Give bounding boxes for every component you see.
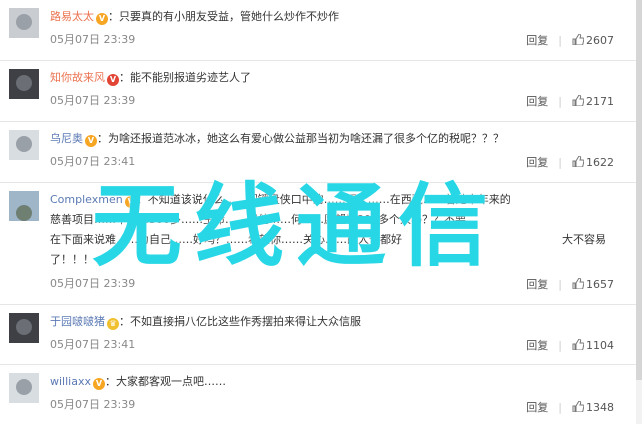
scrollbar-thumb[interactable] (636, 0, 642, 380)
action-divider: | (558, 155, 562, 169)
comment-actions: 回复 | 1622 (526, 154, 614, 170)
comment-item: williaxx V ：大家都客观一点吧…… 05月07日 23:39 回复 | 1… (0, 365, 642, 425)
comment-actions: 回复 | 2607 (526, 32, 614, 48)
like-count: 2171 (586, 94, 614, 108)
comment-text: 大家都客观一点吧…… (115, 375, 226, 388)
avatar[interactable] (9, 130, 39, 160)
thumbs-up-icon (572, 94, 584, 106)
comment-actions: 回复 | 1104 (526, 337, 614, 353)
comment-username[interactable]: 乌尼奥 (50, 132, 83, 145)
like-button[interactable]: 1348 (572, 400, 614, 414)
watermark-overlay: 无线通信 (92, 174, 500, 279)
comment-text: 能不能别报道劣迹艺人了 (130, 71, 251, 84)
like-button[interactable]: 1104 (572, 338, 614, 352)
avatar[interactable] (9, 69, 39, 99)
reply-button[interactable]: 回复 (526, 337, 548, 353)
comment-username[interactable]: 知你故来风 (50, 71, 105, 84)
like-button[interactable]: 1622 (572, 155, 614, 169)
verified-badge-icon: V (107, 74, 119, 86)
like-count: 1622 (586, 155, 614, 169)
avatar[interactable] (9, 191, 39, 221)
comment-text: 为啥还报道范冰冰，她这么有爱心做公益那当初为啥还漏了很多个亿的税呢？？？ (108, 132, 504, 145)
crown-badge-icon: ♛ (107, 318, 119, 330)
reply-button[interactable]: 回复 (526, 32, 548, 48)
reply-button[interactable]: 回复 (526, 399, 548, 415)
action-divider: | (558, 400, 562, 414)
thumbs-up-icon (572, 338, 584, 350)
comment-text: 不如直接捐八亿比这些作秀摆拍来得让大众信服 (130, 315, 361, 328)
reply-button[interactable]: 回复 (526, 93, 548, 109)
like-count: 2607 (586, 33, 614, 47)
like-button[interactable]: 1657 (572, 277, 614, 291)
comment-username[interactable]: 路易太太 (50, 10, 94, 23)
thumbs-up-icon (572, 277, 584, 289)
thumbs-up-icon (572, 400, 584, 412)
like-count: 1348 (586, 400, 614, 414)
like-count: 1657 (586, 277, 614, 291)
action-divider: | (558, 94, 562, 108)
verified-badge-icon: V (96, 13, 108, 25)
avatar[interactable] (9, 8, 39, 38)
comment-username[interactable]: williaxx (50, 375, 91, 388)
comment-item: 于园啵啵猪 ♛ ：不如直接捐八亿比这些作秀摆拍来得让大众信服 05月07日 23:4… (0, 305, 642, 365)
like-count: 1104 (586, 338, 614, 352)
avatar[interactable] (9, 313, 39, 343)
comment-actions: 回复 | 1348 (526, 399, 614, 415)
comment-item: 路易太太 V ：只要真的有小朋友受益，管她什么炒作不炒作 05月07日 23:39 … (0, 0, 642, 61)
comment-text: 只要真的有小朋友受益，管她什么炒作不炒作 (119, 10, 339, 23)
comment-item: 知你故来风 V ：能不能别报道劣迹艺人了 05月07日 23:39 回复 | 217… (0, 61, 642, 122)
avatar[interactable] (9, 373, 39, 403)
like-button[interactable]: 2171 (572, 94, 614, 108)
thumbs-up-icon (572, 155, 584, 167)
verified-badge-icon: V (92, 378, 105, 390)
thumbs-up-icon (572, 33, 584, 45)
action-divider: | (558, 33, 562, 47)
comment-username[interactable]: 于园啵啵猪 (50, 315, 105, 328)
action-divider: | (558, 338, 562, 352)
comment-actions: 回复 | 2171 (526, 93, 614, 109)
vertical-scrollbar[interactable] (636, 0, 642, 424)
reply-button[interactable]: 回复 (526, 154, 548, 170)
verified-badge-icon: V (85, 135, 97, 147)
like-button[interactable]: 2607 (572, 33, 614, 47)
